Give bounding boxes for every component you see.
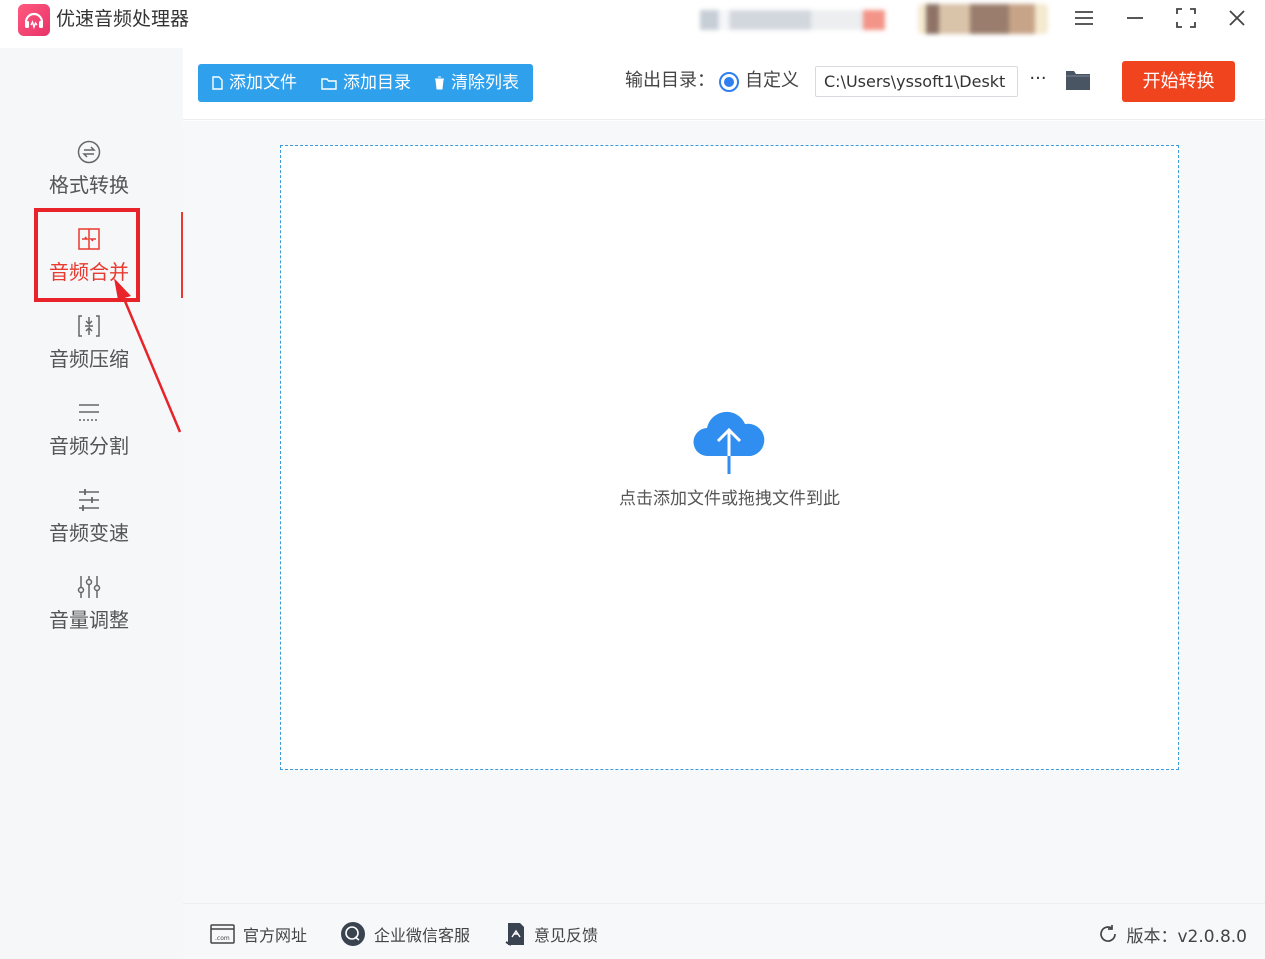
folder-icon	[321, 77, 337, 90]
file-icon	[212, 76, 223, 90]
sidebar-item-volume-adjust[interactable]: 音量调整	[30, 567, 148, 649]
audio-merge-icon	[78, 228, 100, 250]
close-icon	[1229, 10, 1245, 26]
minimize-button[interactable]	[1120, 4, 1150, 32]
clear-list-button[interactable]: 清除列表	[434, 64, 519, 102]
sidebar: 格式转换 音频合并 音频压缩 音频分割 音频变速 音量调整	[0, 48, 183, 959]
feedback-icon	[505, 923, 524, 946]
website-link[interactable]: .com 官方网址	[210, 920, 307, 948]
more-button[interactable]: ···	[1026, 66, 1050, 96]
drop-hint: 点击添加文件或拖拽文件到此	[619, 489, 840, 509]
menu-button[interactable]	[1069, 4, 1099, 32]
trash-icon	[435, 76, 444, 90]
sidebar-item-label: 音频变速	[49, 521, 129, 545]
footer: .com 官方网址 企业微信客服 意见反馈 版本：v2.0.8.0	[183, 903, 1265, 959]
annotation-arrow-icon	[114, 278, 182, 433]
start-convert-button[interactable]: 开始转换	[1122, 61, 1235, 102]
version-info: 版本：v2.0.8.0	[1098, 920, 1247, 948]
wechat-icon	[341, 922, 365, 946]
sidebar-item-label: 音量调整	[49, 608, 129, 632]
file-drop-zone[interactable]: 点击添加文件或拖拽文件到此	[280, 145, 1179, 770]
blurred-avatar	[918, 4, 1048, 34]
app-title: 优速音频处理器	[56, 8, 190, 30]
close-button[interactable]	[1222, 4, 1252, 32]
refresh-icon[interactable]	[1098, 924, 1118, 944]
custom-radio[interactable]	[719, 72, 739, 92]
app-window: 优速音频处理器 格式转换 音频合并 音频压缩 音频分割 音频变速 音量调整 添加…	[0, 0, 1265, 959]
wechat-service-link[interactable]: 企业微信客服	[340, 920, 470, 948]
svg-text:.com: .com	[215, 935, 230, 942]
sidebar-item-format-convert[interactable]: 格式转换	[30, 132, 148, 214]
add-directory-button[interactable]: 添加目录	[321, 64, 411, 102]
audio-split-icon	[79, 404, 99, 421]
fullscreen-icon	[1176, 8, 1196, 28]
app-logo-icon	[18, 4, 50, 36]
add-file-button[interactable]: 添加文件	[212, 64, 297, 102]
blurred-account-info	[700, 10, 885, 30]
website-icon: .com	[210, 924, 235, 944]
audio-speed-icon	[79, 489, 99, 511]
sidebar-item-audio-speed[interactable]: 音频变速	[30, 480, 148, 562]
menu-icon	[1075, 11, 1093, 25]
open-folder-icon[interactable]	[1065, 68, 1091, 92]
title-bar: 优速音频处理器	[0, 0, 1265, 48]
audio-compress-icon	[78, 315, 100, 337]
minimize-icon	[1127, 17, 1143, 19]
volume-adjust-icon	[77, 576, 101, 598]
sidebar-item-label: 格式转换	[49, 173, 129, 197]
file-button-group: 添加文件 添加目录 清除列表	[198, 64, 533, 102]
output-path-input[interactable]	[815, 66, 1018, 97]
cloud-upload-icon	[693, 411, 765, 474]
format-convert-icon	[77, 140, 101, 164]
output-dir-label: 输出目录：	[625, 70, 715, 91]
main-area: 点击添加文件或拖拽文件到此	[183, 121, 1265, 903]
fullscreen-button[interactable]	[1171, 4, 1201, 32]
feedback-link[interactable]: 意见反馈	[504, 920, 598, 948]
toolbar: 添加文件 添加目录 清除列表 输出目录： 自定义 ··· 开始转换	[183, 48, 1265, 120]
custom-radio-label[interactable]: 自定义	[745, 68, 799, 94]
